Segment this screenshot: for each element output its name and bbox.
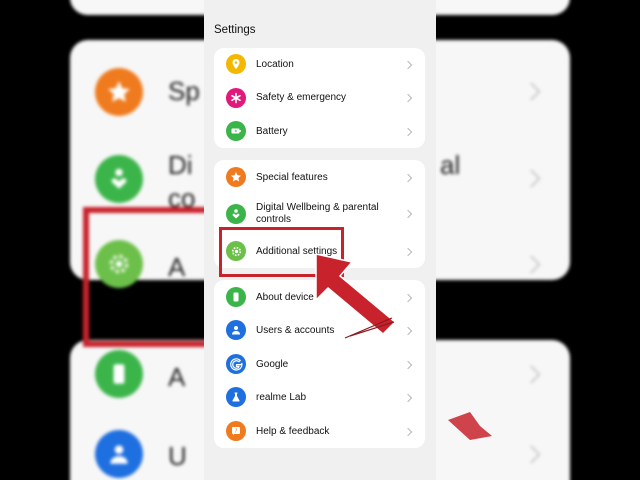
asterisk-icon <box>226 88 246 108</box>
settings-item-label: About device <box>256 292 314 303</box>
highlight-box <box>219 227 344 277</box>
settings-item-label: Users & accounts <box>256 325 335 336</box>
bg-phone-icon <box>95 350 143 398</box>
bg-text-special: Sp <box>168 76 200 106</box>
battery-icon <box>226 121 246 141</box>
settings-item-label: Help & feedback <box>256 426 330 437</box>
settings-group-3: About device Users & accounts Google rea… <box>214 280 425 448</box>
svg-text:?: ? <box>235 429 238 435</box>
settings-item-label: Special features <box>256 172 328 183</box>
chevron-right-icon <box>403 326 413 336</box>
settings-item-users-accounts[interactable]: Users & accounts <box>214 314 425 347</box>
chevron-right-icon <box>403 360 413 370</box>
chevron-right-icon <box>403 393 413 403</box>
location-icon <box>226 54 246 74</box>
chevron-right-icon <box>403 127 413 137</box>
bg-heart-person-icon <box>95 155 143 203</box>
chevron-right-icon <box>403 209 413 219</box>
settings-item-special-features[interactable]: Special features <box>214 160 425 194</box>
settings-item-label: Battery <box>256 126 288 137</box>
bg-text-digital: Di <box>168 150 193 180</box>
help-icon: ? <box>226 421 246 441</box>
chevron-right-icon <box>403 293 413 303</box>
star-icon <box>226 167 246 187</box>
settings-item-label: Safety & emergency <box>256 92 347 103</box>
settings-item-location[interactable]: Location <box>214 48 425 81</box>
settings-item-label: Google <box>256 359 289 370</box>
settings-item-battery[interactable]: Battery <box>214 115 425 148</box>
chevron-right-icon <box>403 93 413 103</box>
settings-item-help-feedback[interactable]: ? Help & feedback <box>214 414 425 448</box>
user-icon <box>226 320 246 340</box>
chevron-right-icon <box>403 427 413 437</box>
bg-text-users: U <box>168 441 187 471</box>
chevron-right-icon <box>403 173 413 183</box>
settings-item-about-device[interactable]: About device <box>214 280 425 314</box>
settings-item-label: Digital Wellbeing & parental controls <box>256 202 379 225</box>
bg-star-icon <box>95 68 143 116</box>
heart-person-icon <box>226 204 246 224</box>
flask-icon <box>226 387 246 407</box>
settings-item-safety[interactable]: Safety & emergency <box>214 81 425 115</box>
settings-item-label: realme Lab <box>256 392 307 403</box>
chevron-right-icon <box>403 60 413 70</box>
bg-text-about: A <box>168 362 186 392</box>
settings-item-google[interactable]: Google <box>214 347 425 381</box>
page-title: Settings <box>214 24 256 36</box>
bg-text-parental: al <box>440 150 461 180</box>
settings-group-1: Location Safety & emergency Battery <box>214 48 425 148</box>
chevron-right-icon <box>403 247 413 257</box>
settings-item-label: Location <box>256 59 294 70</box>
settings-item-realme-lab[interactable]: realme Lab <box>214 381 425 414</box>
phone-icon <box>226 287 246 307</box>
bg-user-icon <box>95 430 143 478</box>
google-icon <box>226 354 246 374</box>
